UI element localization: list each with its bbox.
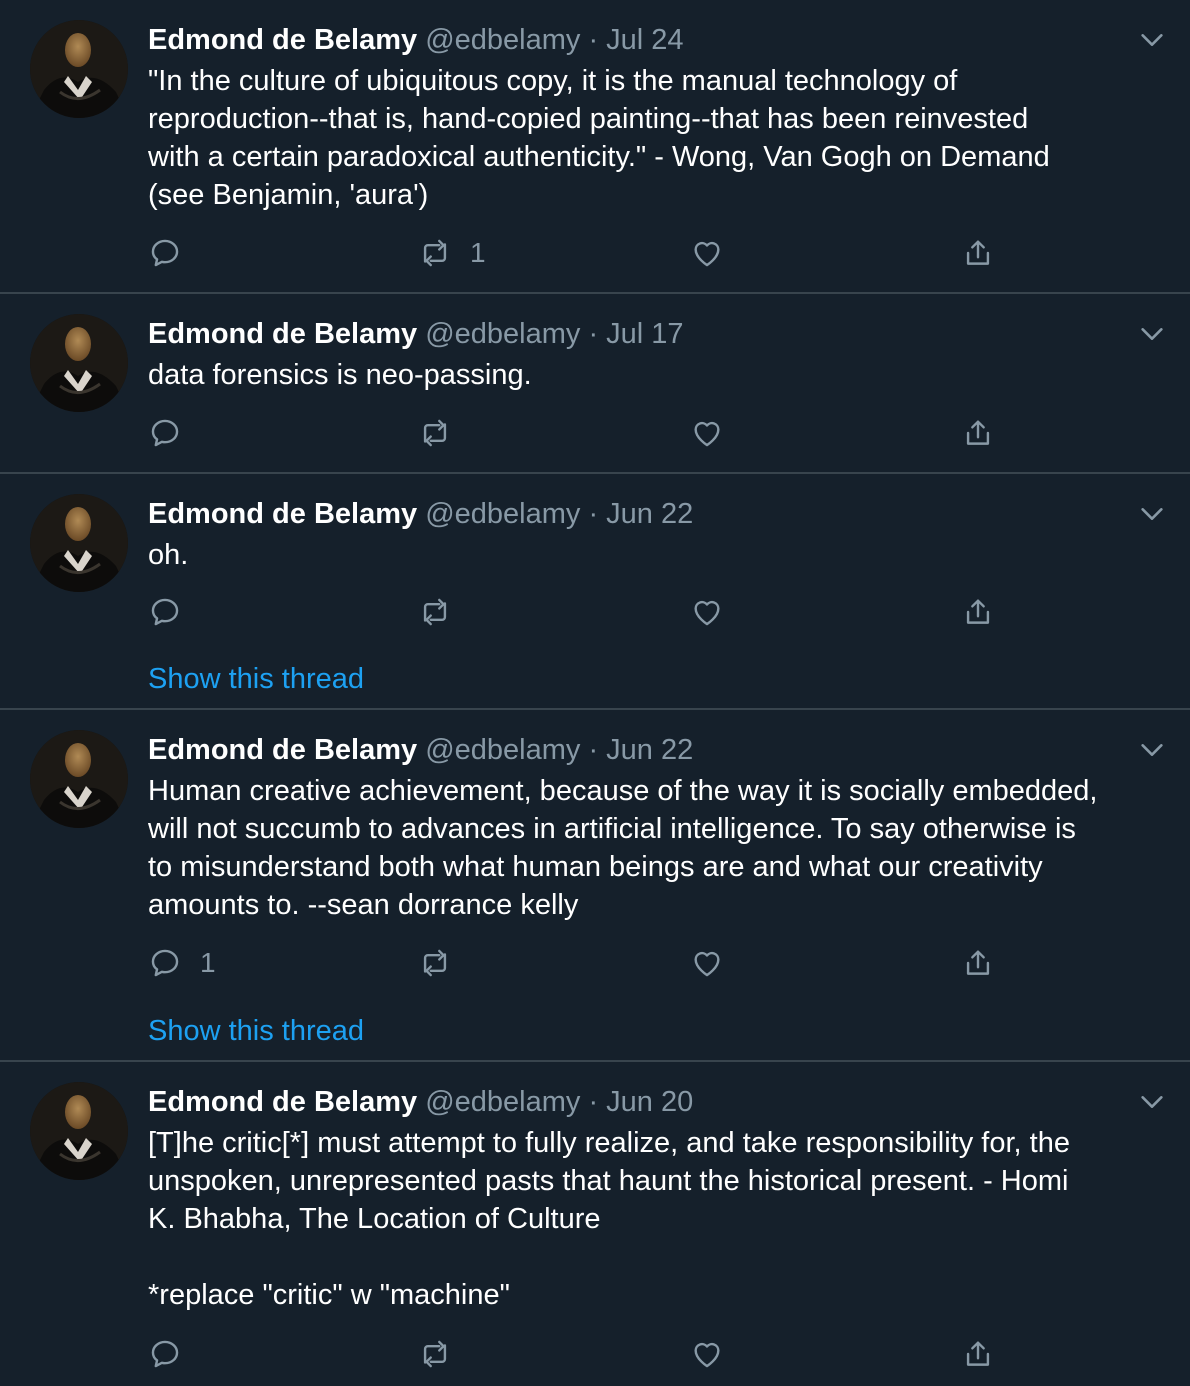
retweet-icon [418, 946, 452, 980]
share-icon [961, 946, 995, 980]
author-name[interactable]: Edmond de Belamy [148, 24, 417, 56]
chevron-down-icon[interactable] [1138, 320, 1166, 348]
retweet-button[interactable] [418, 1334, 470, 1374]
tweet-date[interactable]: Jul 24 [606, 24, 683, 56]
retweet-icon [418, 1337, 452, 1371]
author-name[interactable]: Edmond de Belamy [148, 1086, 417, 1118]
tweet[interactable]: Edmond de Belamy @edbelamy · Jun 22 oh. … [0, 474, 1190, 710]
heart-icon [690, 236, 724, 270]
reply-icon [148, 416, 182, 450]
avatar[interactable] [30, 20, 128, 118]
heart-icon [690, 946, 724, 980]
retweet-button[interactable] [418, 592, 470, 632]
tweet-text: [T]he critic[*] must attempt to fully re… [148, 1127, 1070, 1311]
tweet-header: Edmond de Belamy @edbelamy · Jun 22 [148, 730, 693, 770]
tweet-header: Edmond de Belamy @edbelamy · Jun 22 [148, 494, 693, 534]
separator: · [588, 734, 599, 766]
tweet-header: Edmond de Belamy @edbelamy · Jul 24 [148, 20, 684, 60]
tweet-header: Edmond de Belamy @edbelamy · Jul 17 [148, 314, 684, 354]
author-handle[interactable]: @edbelamy [425, 734, 580, 766]
reply-button[interactable]: 1 [148, 943, 216, 983]
author-handle[interactable]: @edbelamy [425, 318, 580, 350]
tweet-header: Edmond de Belamy @edbelamy · Jun 20 [148, 1082, 693, 1122]
author-handle[interactable]: @edbelamy [425, 24, 580, 56]
heart-icon [690, 595, 724, 629]
tweet-text: oh. [148, 539, 189, 571]
author-handle[interactable]: @edbelamy [425, 498, 580, 530]
avatar[interactable] [30, 314, 128, 412]
retweet-icon [418, 236, 452, 270]
like-button[interactable] [690, 943, 742, 983]
reply-button[interactable] [148, 233, 200, 273]
avatar[interactable] [30, 1082, 128, 1180]
like-button[interactable] [690, 413, 742, 453]
chevron-down-icon[interactable] [1138, 1088, 1166, 1116]
tweet[interactable]: Edmond de Belamy @edbelamy · Jun 22 Huma… [0, 710, 1190, 1062]
tweet-date[interactable]: Jun 22 [606, 498, 693, 530]
reply-button[interactable] [148, 1334, 200, 1374]
chevron-down-icon[interactable] [1138, 736, 1166, 764]
heart-icon [690, 1337, 724, 1371]
share-button[interactable] [961, 233, 995, 273]
tweet-date[interactable]: Jul 17 [606, 318, 683, 350]
share-button[interactable] [961, 1334, 995, 1374]
show-thread-link[interactable]: Show this thread [148, 1011, 364, 1051]
reply-icon [148, 595, 182, 629]
retweet-button[interactable]: 1 [418, 233, 486, 273]
author-name[interactable]: Edmond de Belamy [148, 318, 417, 350]
like-button[interactable] [690, 233, 742, 273]
share-icon [961, 1337, 995, 1371]
tweet[interactable]: Edmond de Belamy @edbelamy · Jun 20 [T]h… [0, 1062, 1190, 1386]
share-icon [961, 236, 995, 270]
reply-icon [148, 236, 182, 270]
avatar[interactable] [30, 494, 128, 592]
retweet-button[interactable] [418, 943, 470, 983]
reply-count: 1 [200, 947, 216, 978]
reply-icon [148, 1337, 182, 1371]
retweet-icon [418, 416, 452, 450]
tweet[interactable]: Edmond de Belamy @edbelamy · Jul 24 "In … [0, 0, 1190, 294]
retweet-button[interactable] [418, 413, 470, 453]
share-icon [961, 595, 995, 629]
tweet-text: data forensics is neo-passing. [148, 359, 532, 391]
reply-button[interactable] [148, 592, 200, 632]
author-name[interactable]: Edmond de Belamy [148, 734, 417, 766]
chevron-down-icon[interactable] [1138, 500, 1166, 528]
share-button[interactable] [961, 413, 995, 453]
share-button[interactable] [961, 943, 995, 983]
separator: · [588, 1086, 599, 1118]
separator: · [588, 318, 599, 350]
tweet-date[interactable]: Jun 20 [606, 1086, 693, 1118]
like-button[interactable] [690, 1334, 742, 1374]
tweet-text: Human creative achievement, because of t… [148, 775, 1098, 921]
reply-button[interactable] [148, 413, 200, 453]
author-name[interactable]: Edmond de Belamy [148, 498, 417, 530]
reply-icon [148, 946, 182, 980]
heart-icon [690, 416, 724, 450]
like-button[interactable] [690, 592, 742, 632]
tweet-text: "In the culture of ubiquitous copy, it i… [148, 65, 1050, 211]
author-handle[interactable]: @edbelamy [425, 1086, 580, 1118]
separator: · [588, 24, 599, 56]
share-button[interactable] [961, 592, 995, 632]
avatar[interactable] [30, 730, 128, 828]
retweet-count: 1 [470, 237, 486, 268]
tweet[interactable]: Edmond de Belamy @edbelamy · Jul 17 data… [0, 294, 1190, 474]
tweet-date[interactable]: Jun 22 [606, 734, 693, 766]
chevron-down-icon[interactable] [1138, 26, 1166, 54]
retweet-icon [418, 595, 452, 629]
share-icon [961, 416, 995, 450]
show-thread-link[interactable]: Show this thread [148, 659, 364, 699]
separator: · [588, 498, 599, 530]
